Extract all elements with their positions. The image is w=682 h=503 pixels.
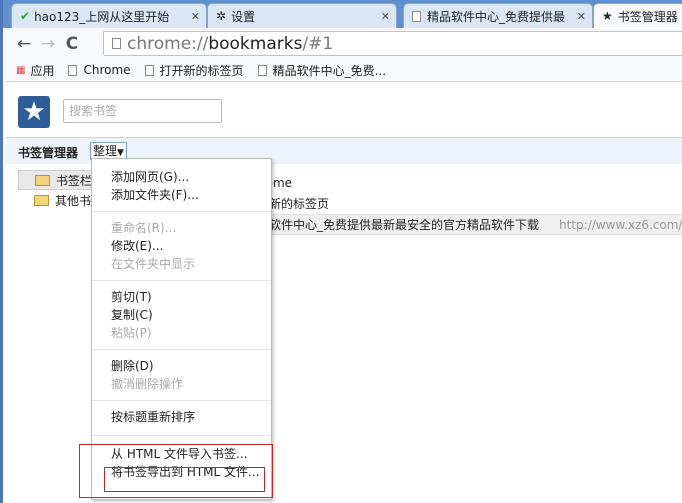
menu-copy[interactable]: 复制(C) bbox=[92, 306, 271, 324]
close-tab-icon[interactable]: ✕ bbox=[577, 10, 586, 23]
menu-show-in-folder: 在文件夹中显示 bbox=[111, 257, 196, 271]
tab-xz6[interactable]: 精品软件中心_免费提供最 ✕ bbox=[403, 3, 593, 28]
page-icon bbox=[68, 64, 78, 76]
menu-paste: 粘贴(P) bbox=[111, 326, 152, 340]
hao123-icon: ✔ bbox=[20, 9, 31, 23]
forward-icon[interactable]: → bbox=[36, 34, 60, 54]
menu-separator bbox=[92, 280, 271, 281]
menu-separator bbox=[92, 349, 271, 350]
list-item[interactable]: Chrome bbox=[245, 172, 682, 193]
bookmark-newtab[interactable]: 打开新的标签页 bbox=[144, 62, 244, 79]
folder-icon bbox=[34, 194, 49, 206]
page-title: 书签管理器 bbox=[18, 146, 79, 160]
tab-strip: ✔ hao123_上网从这里开始 ✕ ✲ 设置 ✕ 精品软件中心_免费提供最 ✕ ★ 书签管… bbox=[3, 0, 682, 28]
menu-undo-delete: 撤消删除操作 bbox=[111, 377, 184, 391]
menu-cut[interactable]: 剪切(T) bbox=[92, 288, 271, 306]
tab-hao123[interactable]: ✔ hao123_上网从这里开始 ✕ bbox=[11, 3, 207, 28]
menu-separator bbox=[92, 211, 271, 212]
highlight-box-export bbox=[104, 467, 265, 492]
menu-add-folder[interactable]: 添加文件夹(F)... bbox=[92, 186, 271, 204]
bookmark-apps[interactable]: ▦ 应用 bbox=[16, 62, 54, 79]
toolbar: ← → C chrome://bookmarks/#1 bbox=[6, 28, 682, 59]
manager-header: ★ 搜索书签 bbox=[6, 82, 682, 137]
address-bar[interactable]: chrome://bookmarks/#1 bbox=[103, 31, 682, 56]
tab-bookmarks[interactable]: ★ 书签管理器 bbox=[593, 3, 682, 28]
tab-settings[interactable]: ✲ 设置 ✕ bbox=[207, 3, 397, 28]
list-item[interactable]: 精品软件中心_免费提供最新最安全的官方精品软件下载 http://www.xz6.… bbox=[245, 214, 682, 235]
bookmark-list: Chrome 打开新的标签页 精品软件中心_免费提供最新最安全的官方精品软件下载… bbox=[245, 172, 682, 235]
page-icon bbox=[412, 10, 421, 22]
star-icon: ★ bbox=[602, 9, 613, 23]
bookmarks-bar: ▦ 应用 Chrome 打开新的标签页 精品软件中心_免费... bbox=[6, 59, 682, 82]
bookmark-star-logo-icon: ★ bbox=[18, 96, 50, 128]
search-input[interactable]: 搜索书签 bbox=[63, 99, 222, 123]
bookmark-xz6[interactable]: 精品软件中心_免费... bbox=[257, 62, 386, 79]
folder-icon bbox=[35, 174, 50, 186]
back-icon[interactable]: ← bbox=[12, 34, 36, 54]
reload-icon[interactable]: C bbox=[60, 34, 84, 54]
page-icon bbox=[144, 64, 154, 76]
menu-separator bbox=[92, 435, 271, 436]
menu-separator bbox=[92, 400, 271, 401]
list-item[interactable]: 打开新的标签页 bbox=[245, 193, 682, 214]
menu-edit[interactable]: 修改(E)... bbox=[92, 237, 271, 255]
page-icon bbox=[112, 38, 121, 49]
apps-icon: ▦ bbox=[16, 64, 26, 76]
bookmark-chrome[interactable]: Chrome bbox=[68, 63, 131, 77]
page-icon bbox=[257, 64, 267, 76]
dropdown-arrow-icon: ▼ bbox=[117, 148, 124, 158]
menu-delete[interactable]: 删除(D) bbox=[92, 357, 271, 375]
menu-sort-by-title[interactable]: 按标题重新排序 bbox=[92, 408, 271, 426]
close-tab-icon[interactable]: ✕ bbox=[191, 10, 200, 23]
menu-add-page[interactable]: 添加网页(G)... bbox=[92, 168, 271, 186]
menu-rename: 重命名(R)... bbox=[111, 221, 177, 235]
gear-icon: ✲ bbox=[216, 9, 227, 23]
close-tab-icon[interactable]: ✕ bbox=[381, 10, 390, 23]
browser-window: ✔ hao123_上网从这里开始 ✕ ✲ 设置 ✕ 精品软件中心_免费提供最 ✕ ★ 书签管… bbox=[0, 0, 682, 503]
